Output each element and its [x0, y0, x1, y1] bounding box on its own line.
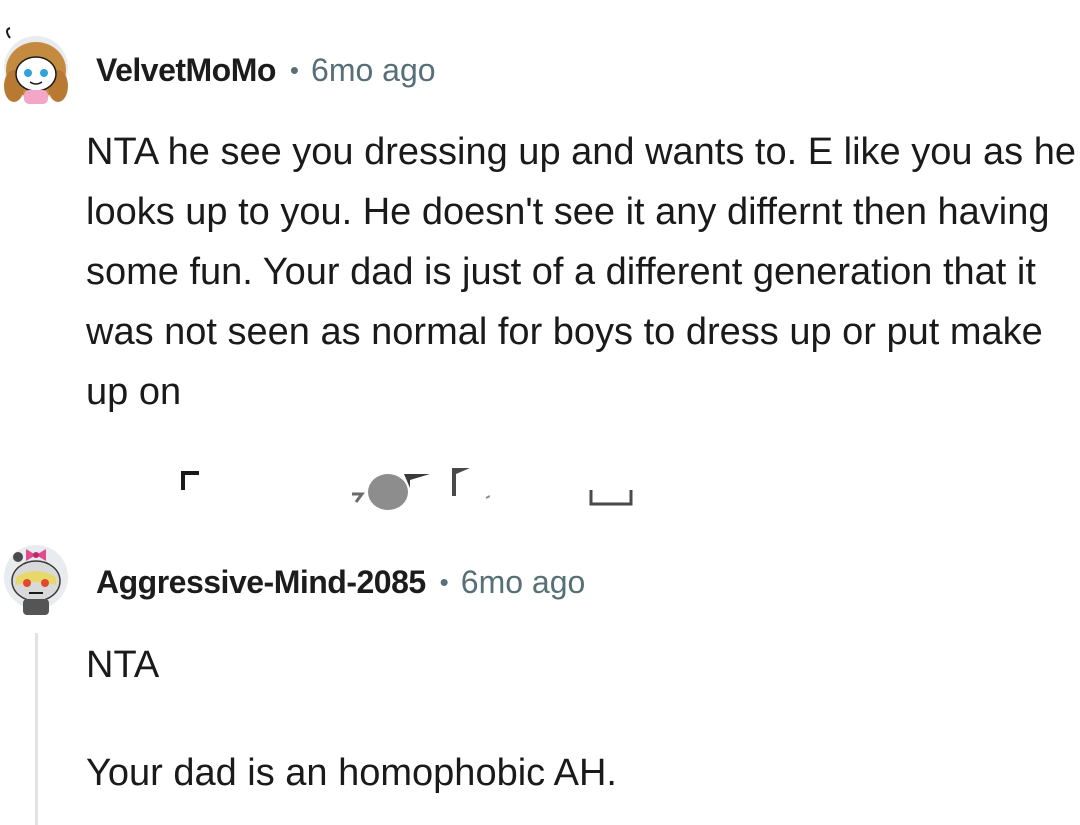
username[interactable]: Aggressive-Mind-2085 — [96, 564, 426, 601]
comment-action-bar — [100, 460, 660, 520]
reply-icon[interactable] — [348, 464, 444, 514]
comment-body-paragraph: NTA — [86, 644, 160, 686]
meta-separator: • — [289, 54, 300, 85]
user-avatar-icon[interactable] — [4, 545, 68, 615]
comment-meta: Aggressive-Mind-2085 • 6mo ago — [96, 560, 585, 604]
timestamp: 6mo ago — [460, 563, 586, 600]
share-icon[interactable] — [450, 468, 490, 508]
comment-meta: VelvetMoMo • 6mo ago — [96, 48, 436, 92]
username[interactable]: VelvetMoMo — [96, 52, 276, 89]
timestamp: 6mo ago — [311, 51, 436, 88]
upvote-icon[interactable] — [178, 468, 204, 494]
comment-body-paragraph: Your dad is an homophobic AH. — [86, 752, 617, 794]
meta-separator: • — [439, 566, 449, 597]
comment-aggressive-mind: Aggressive-Mind-2085 • 6mo ago NTA Your … — [0, 525, 1080, 825]
thread-line[interactable] — [35, 633, 38, 825]
user-avatar-icon[interactable] — [4, 27, 68, 104]
more-icon[interactable] — [588, 484, 636, 510]
comment-body: NTA he see you dressing up and wants to.… — [86, 131, 1076, 413]
comment-velvetmomo: VelvetMoMo • 6mo ago NTA he see you dres… — [0, 0, 1080, 520]
